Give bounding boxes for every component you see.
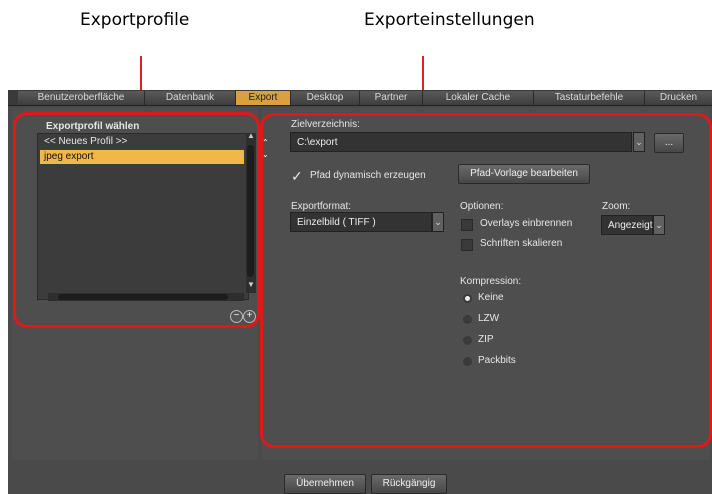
- tab-datenbank[interactable]: Datenbank: [145, 91, 236, 105]
- tab-bar: Benutzeroberfläche Datenbank Export Desk…: [8, 90, 712, 106]
- annotation-exporteinstellungen: Exporteinstellungen: [364, 10, 535, 30]
- tab-desktop[interactable]: Desktop: [291, 91, 360, 105]
- undo-button[interactable]: Rückgängig: [371, 474, 447, 494]
- apply-button[interactable]: Übernehmen: [284, 474, 366, 494]
- tab-partner[interactable]: Partner: [360, 91, 423, 105]
- highlight-profiles: [13, 112, 260, 328]
- tab-drucken[interactable]: Drucken: [645, 91, 712, 105]
- annotation-arrow-left: [140, 56, 142, 94]
- tab-tastaturbefehle[interactable]: Tastaturbefehle: [534, 91, 645, 105]
- highlight-settings: [260, 113, 712, 448]
- tab-lokaler-cache[interactable]: Lokaler Cache: [423, 91, 534, 105]
- annotation-exportprofile: Exportprofile: [80, 10, 190, 30]
- annotation-arrow-right: [422, 56, 424, 94]
- tab-benutzeroberflaeche[interactable]: Benutzeroberfläche: [18, 91, 145, 105]
- tab-export[interactable]: Export: [236, 91, 291, 105]
